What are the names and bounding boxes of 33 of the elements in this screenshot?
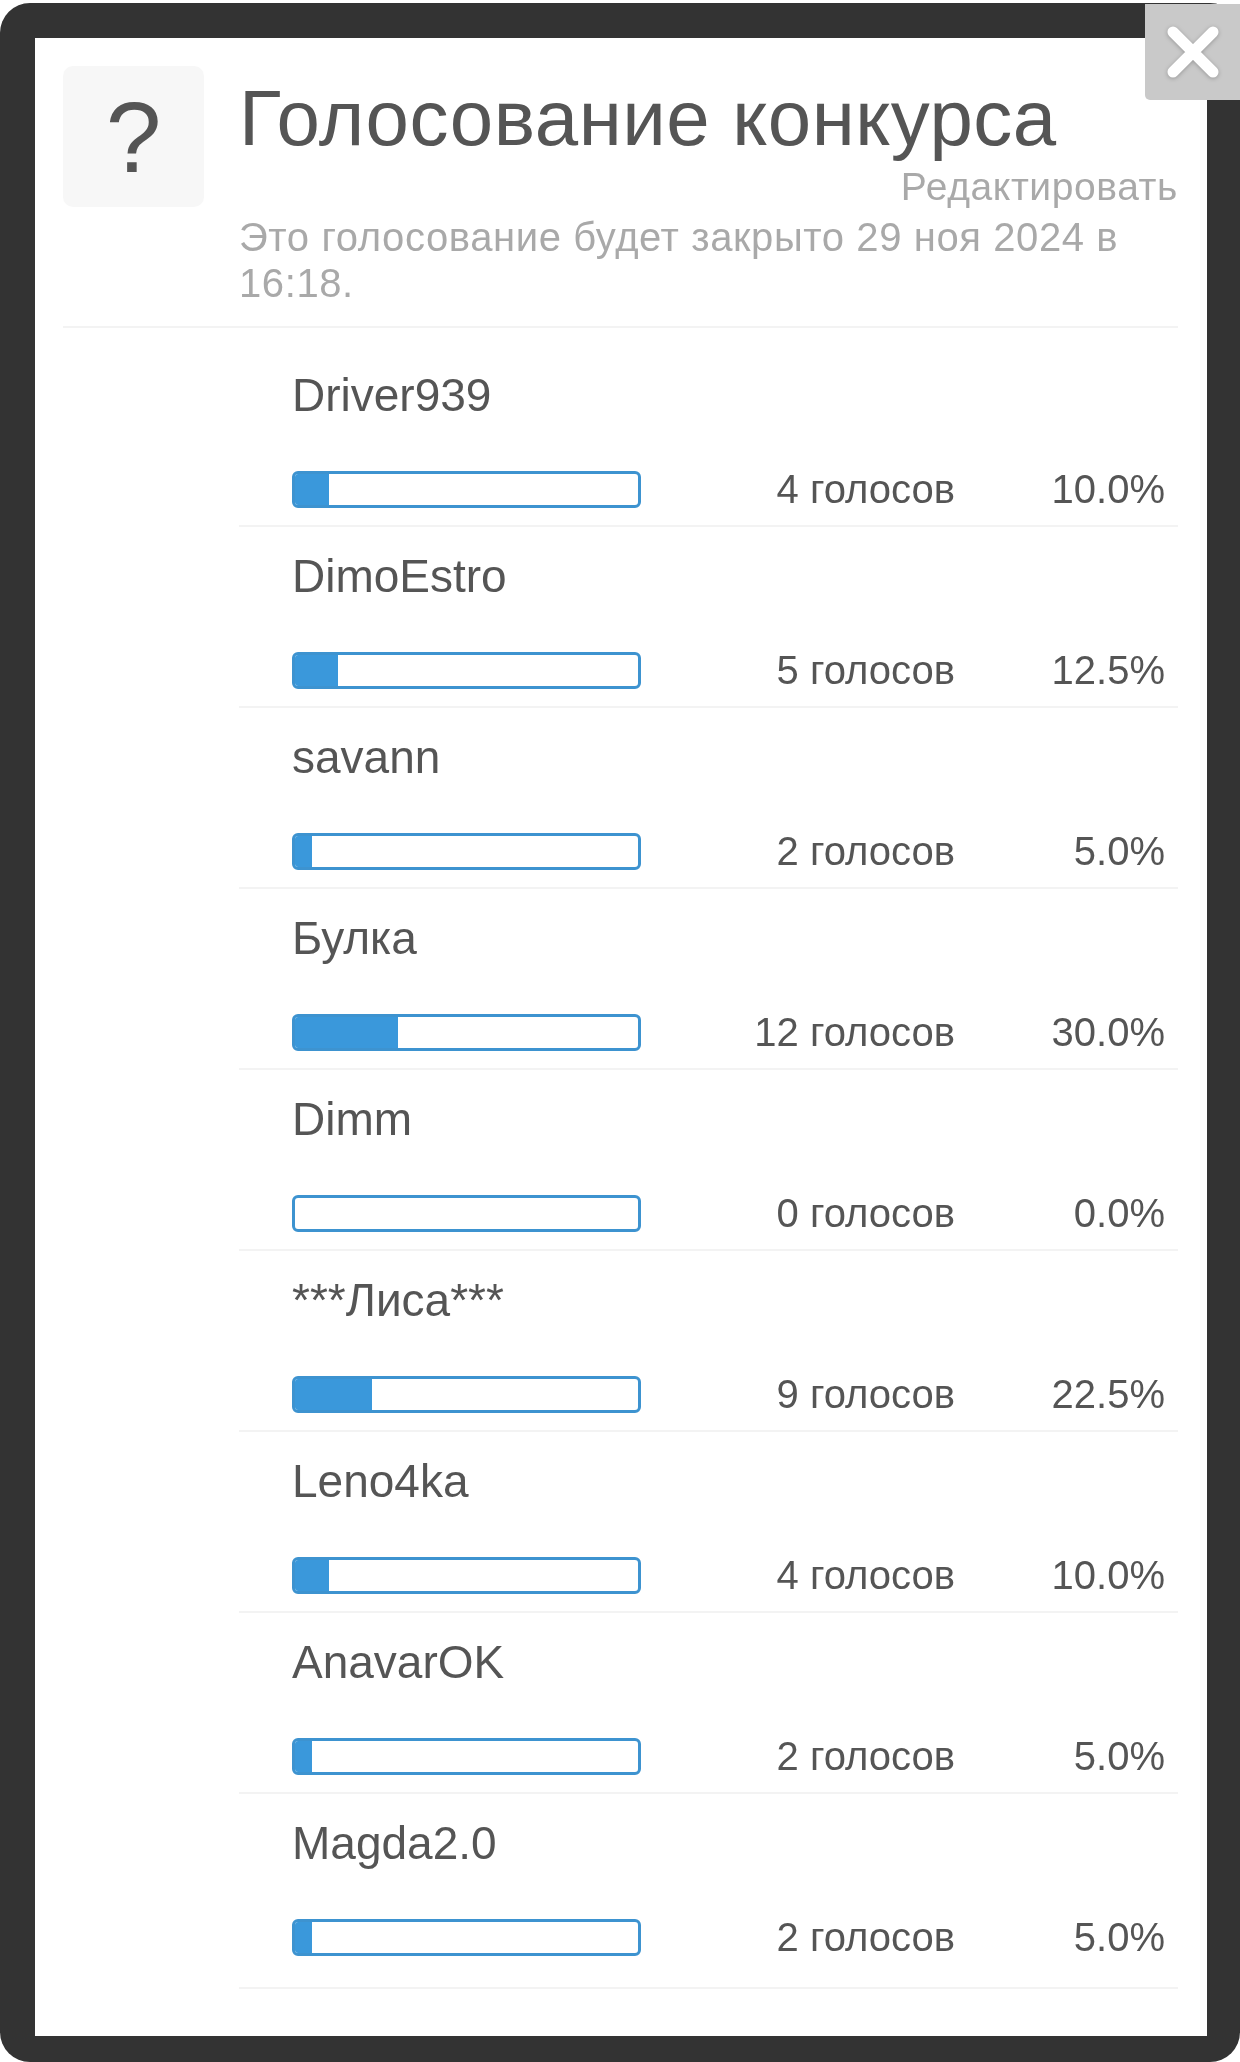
vote-count: 2 голосов — [776, 828, 955, 874]
option-name: ***Лиса*** — [292, 1273, 505, 1328]
edit-link[interactable]: Редактировать — [900, 164, 1178, 210]
vote-count: 0 голосов — [776, 1190, 955, 1236]
vote-count: 2 голосов — [776, 1914, 955, 1960]
vote-count: 5 голосов — [776, 647, 955, 693]
option-name: Leno4ka — [292, 1454, 470, 1509]
vote-percent: 30.0% — [1051, 1009, 1165, 1055]
option-name: DimoEstro — [292, 549, 508, 604]
vote-percent: 10.0% — [1051, 1552, 1165, 1598]
vote-count: 9 голосов — [776, 1371, 955, 1417]
vote-count: 4 голосов — [776, 1552, 955, 1598]
vote-percent: 10.0% — [1051, 466, 1165, 512]
option-name: AnavarOK — [292, 1635, 506, 1690]
vote-percent: 0.0% — [1073, 1190, 1165, 1236]
option-name: Driver939 — [292, 368, 493, 423]
vote-percent: 5.0% — [1073, 828, 1165, 874]
vote-percent: 5.0% — [1073, 1733, 1165, 1779]
vote-percent: 5.0% — [1073, 1914, 1165, 1960]
option-name: savann — [292, 730, 442, 785]
option-name: Булка — [292, 911, 418, 966]
vote-count: 4 голосов — [776, 466, 955, 512]
question-mark-icon: ? — [63, 66, 204, 207]
option-name: Dimm — [292, 1092, 414, 1147]
vote-percent: 22.5% — [1051, 1371, 1165, 1417]
closing-note: Это голосование будет закрыто 29 ноя 2024 в 16:18. — [239, 214, 1120, 306]
close-button[interactable] — [1145, 4, 1240, 100]
option-name: Magda2.0 — [292, 1816, 498, 1871]
close-icon — [1166, 26, 1219, 78]
vote-count: 12 голосов — [754, 1009, 955, 1055]
vote-count: 2 голосов — [776, 1733, 955, 1779]
poll-title: Голосование конкурса — [239, 73, 1058, 164]
vote-percent: 12.5% — [1051, 647, 1165, 693]
